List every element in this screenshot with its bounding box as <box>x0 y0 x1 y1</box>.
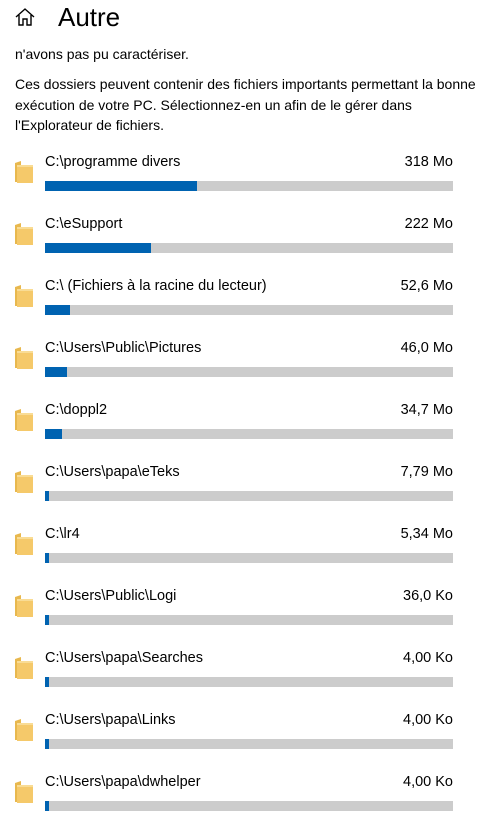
usage-bar-fill <box>45 491 49 501</box>
folder-icon <box>15 719 33 741</box>
usage-bar <box>45 739 453 749</box>
folder-row[interactable]: C:\Users\Public\Logi 36,0 Ko <box>0 582 494 644</box>
home-icon <box>15 8 35 26</box>
page-title: Autre <box>58 2 121 32</box>
folder-size: 34,7 Mo <box>400 402 453 418</box>
usage-bar <box>45 553 453 563</box>
folder-path: C:\Users\papa\dwhelper <box>45 774 201 790</box>
folder-icon <box>15 533 33 555</box>
intro-description: Ces dossiers peuvent contenir des fichie… <box>15 76 476 133</box>
folder-size: 5,34 Mo <box>400 526 453 542</box>
folder-path: C:\doppl2 <box>45 402 108 418</box>
folder-icon <box>15 285 33 307</box>
folder-size: 4,00 Ko <box>403 712 453 728</box>
usage-bar-fill <box>45 677 49 687</box>
intro-cut-line: n'avons pas pu caractériser. <box>15 46 189 62</box>
page-header: Autre <box>0 0 494 34</box>
folder-row[interactable]: C:\programme divers 318 Mo <box>0 148 494 210</box>
usage-bar <box>45 491 453 501</box>
folder-path: C:\Users\Public\Pictures <box>45 340 202 356</box>
folder-size: 52,6 Mo <box>400 278 453 294</box>
folder-icon <box>15 595 33 617</box>
usage-bar-fill <box>45 243 151 253</box>
usage-bar-fill <box>45 739 49 749</box>
usage-bar-fill <box>45 615 49 625</box>
usage-bar <box>45 801 453 811</box>
folder-icon <box>15 347 33 369</box>
folder-row[interactable]: C:\Users\papa\Links 4,00 Ko <box>0 706 494 768</box>
folder-size: 4,00 Ko <box>403 650 453 666</box>
folder-row[interactable]: C:\ (Fichiers à la racine du lecteur) 52,… <box>0 272 494 334</box>
home-button[interactable] <box>12 5 38 29</box>
folder-icon <box>15 409 33 431</box>
folder-icon <box>15 657 33 679</box>
usage-bar-fill <box>45 181 197 191</box>
usage-bar <box>45 243 453 253</box>
folder-size: 222 Mo <box>404 216 453 232</box>
folder-row[interactable]: C:\Users\Public\Pictures 46,0 Mo <box>0 334 494 396</box>
folder-list: C:\programme divers 318 Mo C:\eSupport 222 … <box>0 148 494 830</box>
folder-icon <box>15 223 33 245</box>
folder-icon <box>15 781 33 803</box>
folder-path: C:\programme divers <box>45 154 181 170</box>
usage-bar-fill <box>45 553 49 563</box>
folder-icon <box>15 471 33 493</box>
folder-size: 36,0 Ko <box>403 588 453 604</box>
folder-row[interactable]: C:\Users\papa\Searches 4,00 Ko <box>0 644 494 706</box>
usage-bar-fill <box>45 429 62 439</box>
usage-bar <box>45 367 453 377</box>
folder-path: C:\Users\papa\Links <box>45 712 176 728</box>
folder-size: 7,79 Mo <box>400 464 453 480</box>
folder-size: 318 Mo <box>404 154 453 170</box>
folder-row[interactable]: C:\lr4 5,34 Mo <box>0 520 494 582</box>
folder-path: C:\eSupport <box>45 216 123 232</box>
folder-path: C:\ (Fichiers à la racine du lecteur) <box>45 278 267 294</box>
usage-bar-fill <box>45 305 70 315</box>
usage-bar-fill <box>45 367 67 377</box>
folder-row[interactable]: C:\eSupport 222 Mo <box>0 210 494 272</box>
folder-path: C:\Users\Public\Logi <box>45 588 177 604</box>
folder-path: C:\Users\papa\Searches <box>45 650 203 666</box>
usage-bar <box>45 429 453 439</box>
folder-row[interactable]: C:\Users\papa\dwhelper 4,00 Ko <box>0 768 494 830</box>
folder-row[interactable]: C:\Users\papa\eTeks 7,79 Mo <box>0 458 494 520</box>
usage-bar <box>45 615 453 625</box>
usage-bar <box>45 305 453 315</box>
usage-bar <box>45 677 453 687</box>
folder-size: 4,00 Ko <box>403 774 453 790</box>
folder-icon <box>15 161 33 183</box>
folder-path: C:\lr4 <box>45 526 80 542</box>
folder-path: C:\Users\papa\eTeks <box>45 464 180 480</box>
intro-cut-text: n'avons pas pu caractériser. <box>15 42 485 64</box>
usage-bar-fill <box>45 801 49 811</box>
usage-bar <box>45 181 453 191</box>
folder-row[interactable]: C:\doppl2 34,7 Mo <box>0 396 494 458</box>
folder-size: 46,0 Mo <box>400 340 453 356</box>
